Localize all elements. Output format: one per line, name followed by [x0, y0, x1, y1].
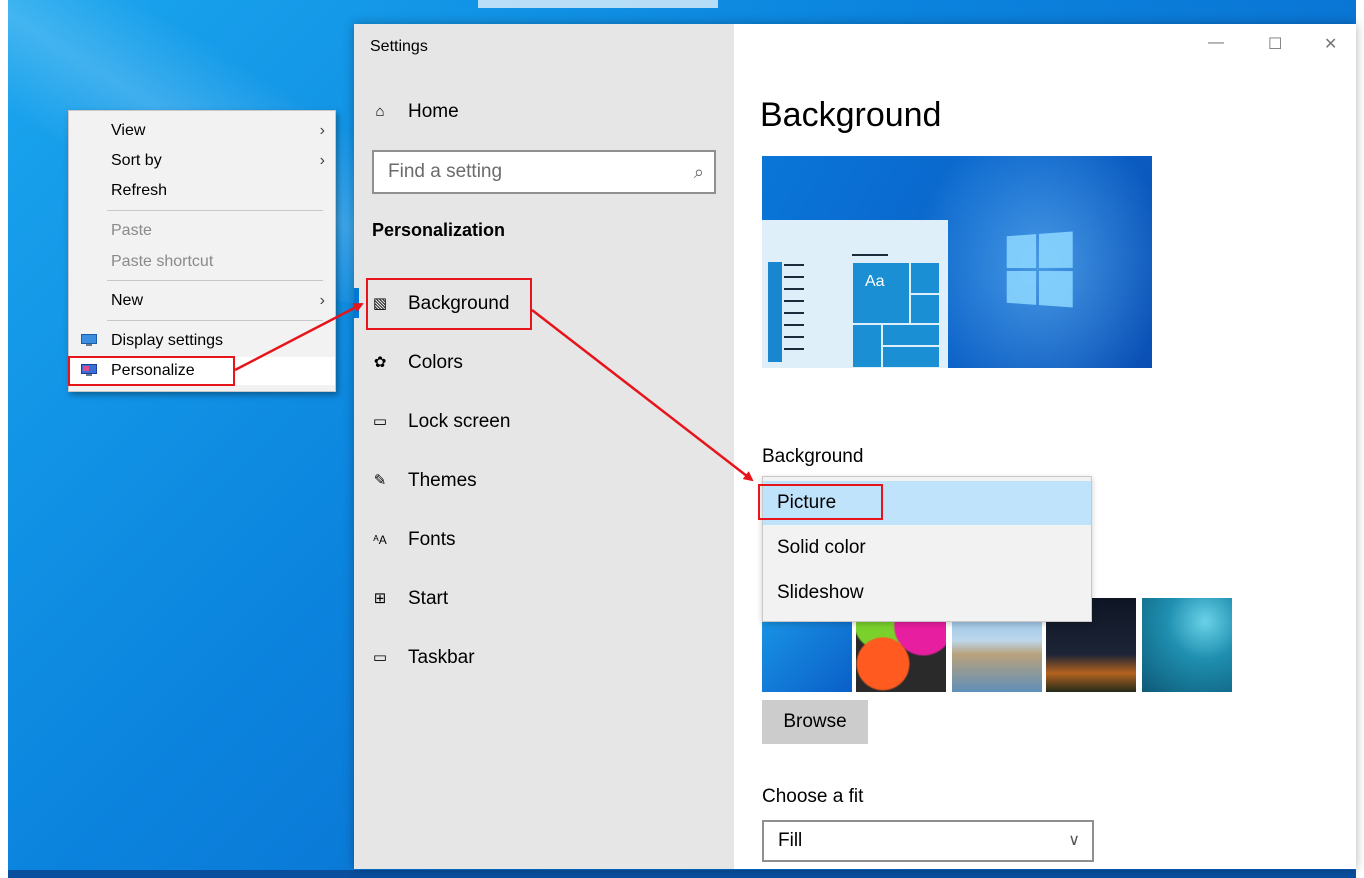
- nav-item-lock-screen[interactable]: ▭ Lock screen: [370, 402, 511, 442]
- background-label: Background: [762, 446, 864, 467]
- personalize-icon: [81, 364, 97, 376]
- page-title: Background: [760, 96, 942, 134]
- maximize-icon[interactable]: ☐: [1268, 34, 1282, 54]
- option-label: Solid color: [777, 537, 866, 558]
- preview-line: [784, 348, 804, 350]
- nav-home[interactable]: ⌂ Home: [370, 92, 459, 132]
- desktop-glow: [478, 0, 718, 8]
- option-slideshow[interactable]: Slideshow: [763, 571, 1091, 615]
- menu-separator: [107, 280, 323, 281]
- menu-item-personalize[interactable]: Personalize: [69, 357, 335, 385]
- search-input[interactable]: Find a setting ⌕: [372, 150, 716, 194]
- lock-screen-icon: ▭: [372, 413, 388, 430]
- chevron-down-icon: ∨: [1068, 832, 1080, 849]
- preview-tile: Aa: [852, 262, 910, 324]
- nav-item-taskbar[interactable]: ▭ Taskbar: [370, 638, 475, 678]
- nav-item-label: Themes: [408, 470, 477, 491]
- recent-image-5[interactable]: [1142, 598, 1232, 692]
- nav-item-label: Background: [408, 293, 510, 314]
- menu-item-label: Display settings: [111, 332, 224, 349]
- picture-icon: ▧: [372, 295, 388, 312]
- background-preview: Aa: [762, 156, 1152, 368]
- menu-item-label: View: [111, 122, 146, 139]
- menu-separator: [107, 320, 323, 321]
- menu-item-paste: Paste: [69, 217, 335, 245]
- option-picture[interactable]: Picture: [763, 481, 1091, 525]
- preview-line: [784, 336, 804, 338]
- background-type-dropdown[interactable]: Picture Solid color Slideshow: [762, 476, 1092, 622]
- search-icon: ⌕: [693, 162, 704, 182]
- start-icon: ⊞: [373, 590, 387, 607]
- settings-nav-pane: Settings ⌂ Home Find a setting ⌕ Persona…: [354, 24, 734, 869]
- menu-item-view[interactable]: View ›: [69, 117, 335, 145]
- menu-item-sort-by[interactable]: Sort by ›: [69, 147, 335, 175]
- themes-icon: ✎: [373, 472, 387, 489]
- nav-item-label: Start: [408, 588, 449, 609]
- preview-tile: [882, 324, 940, 346]
- fonts-icon: ᴬA: [373, 533, 387, 547]
- preview-tile: [910, 294, 940, 324]
- nav-item-label: Colors: [408, 352, 463, 373]
- nav-home-label: Home: [408, 101, 459, 122]
- preview-line: [784, 312, 804, 314]
- preview-line: [784, 276, 804, 278]
- preview-line: [784, 264, 804, 266]
- nav-item-start[interactable]: ⊞ Start: [370, 579, 448, 619]
- fit-value: Fill: [778, 830, 803, 851]
- menu-item-display-settings[interactable]: Display settings: [69, 327, 335, 355]
- settings-window: Settings ⌂ Home Find a setting ⌕ Persona…: [354, 24, 1356, 869]
- menu-item-label: Personalize: [111, 362, 195, 379]
- option-label: Slideshow: [777, 582, 864, 603]
- browse-button[interactable]: Browse: [762, 700, 868, 744]
- option-solid-color[interactable]: Solid color: [763, 526, 1091, 570]
- preview-line: [852, 254, 888, 256]
- preview-line: [784, 300, 804, 302]
- home-icon: ⌂: [375, 103, 385, 120]
- preview-tile-text: Aa: [865, 273, 885, 290]
- section-heading: Personalization: [372, 220, 506, 240]
- preview-line: [784, 324, 804, 326]
- fit-select[interactable]: Fill ∨: [762, 820, 1094, 862]
- menu-item-label: Paste: [111, 222, 152, 239]
- nav-item-label: Lock screen: [408, 411, 511, 432]
- nav-item-label: Fonts: [408, 529, 456, 550]
- menu-item-label: Paste shortcut: [111, 253, 214, 270]
- preview-start-panel: Aa: [762, 220, 948, 368]
- preview-sidebar: [768, 262, 782, 362]
- close-icon[interactable]: ✕: [1324, 34, 1337, 54]
- nav-item-colors[interactable]: ✿ Colors: [370, 343, 463, 383]
- desktop-context-menu: View › Sort by › Refresh Paste Paste sho…: [68, 110, 336, 392]
- menu-item-refresh[interactable]: Refresh: [69, 177, 335, 205]
- preview-line: [784, 288, 804, 290]
- option-label: Picture: [777, 492, 837, 513]
- nav-item-fonts[interactable]: ᴬA Fonts: [370, 520, 456, 560]
- search-placeholder: Find a setting: [388, 161, 503, 182]
- taskbar-strip: [8, 870, 1356, 878]
- settings-content: — ☐ ✕ Background Aa Background Picture S…: [734, 24, 1356, 869]
- nav-item-label: Taskbar: [408, 647, 475, 668]
- chevron-right-icon: ›: [319, 122, 325, 139]
- palette-icon: ✿: [373, 354, 387, 371]
- nav-item-themes[interactable]: ✎ Themes: [370, 461, 477, 501]
- menu-item-paste-shortcut: Paste shortcut: [69, 248, 335, 276]
- menu-item-label: Sort by: [111, 152, 162, 169]
- minimize-icon[interactable]: —: [1208, 34, 1224, 52]
- menu-separator: [107, 210, 323, 211]
- taskbar-icon: ▭: [372, 649, 388, 666]
- app-title: Settings: [370, 38, 428, 55]
- chevron-right-icon: ›: [319, 292, 325, 309]
- windows-logo-icon: [1006, 231, 1074, 308]
- preview-tile: [882, 346, 940, 368]
- fit-label: Choose a fit: [762, 786, 864, 807]
- menu-item-label: New: [111, 292, 144, 309]
- chevron-right-icon: ›: [319, 152, 325, 169]
- preview-tile: [910, 262, 940, 294]
- preview-tile: [852, 324, 882, 368]
- selected-indicator: [354, 288, 359, 318]
- menu-item-new[interactable]: New ›: [69, 287, 335, 315]
- display-icon: [81, 334, 97, 346]
- menu-item-label: Refresh: [111, 182, 168, 199]
- nav-item-background[interactable]: ▧ Background: [370, 284, 510, 324]
